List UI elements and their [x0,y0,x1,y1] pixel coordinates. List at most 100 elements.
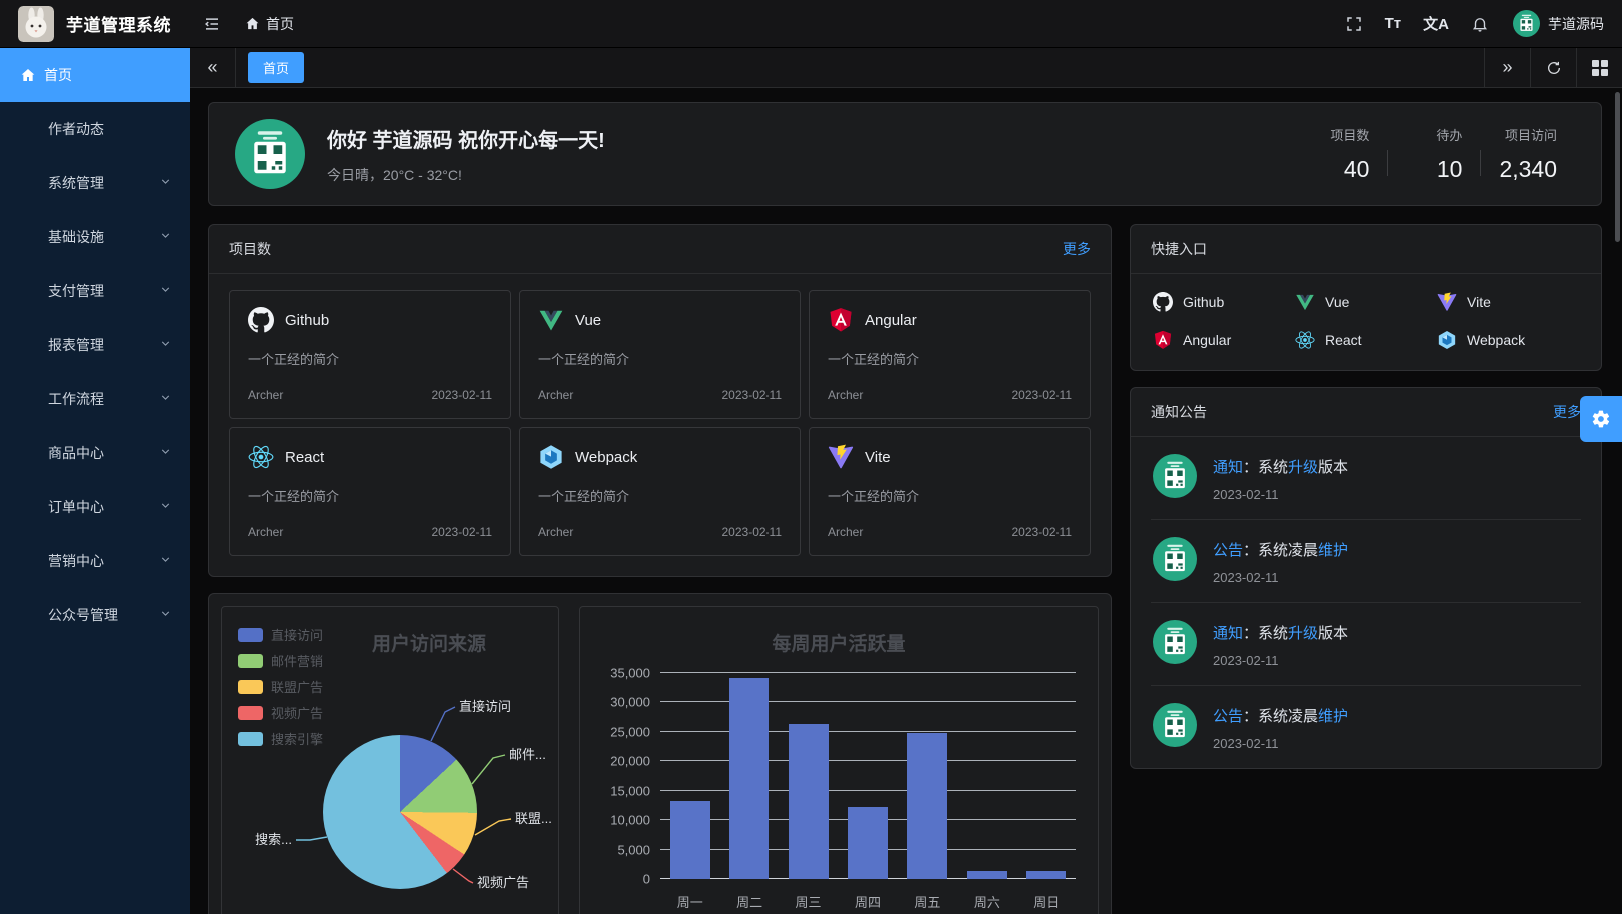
projects-more-link[interactable]: 更多 [1063,239,1091,259]
settings-gear-icon[interactable] [1580,396,1622,442]
project-tile-header: Github [248,307,492,333]
notice-title-link[interactable]: 通知 [1213,459,1243,476]
vite-icon [1437,292,1457,312]
user-name: 芋道源码 [1548,14,1604,34]
sidebar-item-label: 系统管理 [48,173,104,193]
sidebar-item-11[interactable]: 公众号管理 [0,588,190,642]
notice-item-3[interactable]: 通知：系统升级版本2023-02-11 [1151,602,1581,685]
sidebar-item-label: 首页 [44,65,72,85]
bar-周六[interactable] [967,871,1007,879]
pie-chart-visit-source: 直接访问邮件营销联盟广告视频广告搜索引擎 用户访问来源 直接访问邮件...联盟.… [221,606,559,914]
menu-fold-icon[interactable] [197,9,227,39]
shortcut-vue[interactable]: Vue [1295,292,1437,312]
project-tile-github[interactable]: Github一个正经的简介Archer2023-02-11 [229,290,511,419]
scrollbar-thumb[interactable] [1615,92,1620,242]
project-tile-webpack[interactable]: Webpack一个正经的简介Archer2023-02-11 [519,427,801,556]
app-title: 芋道管理系统 [66,11,171,36]
project-tile-header: Vite [828,444,1072,470]
notification-bell-icon[interactable] [1465,9,1495,39]
sidebar-item-5[interactable]: 支付管理 [0,264,190,318]
project-name: React [285,449,324,466]
locale-icon[interactable]: 文A [1417,7,1455,40]
charts-card: 直接访问邮件营销联盟广告视频广告搜索引擎 用户访问来源 直接访问邮件...联盟.… [208,593,1112,914]
sidebar-item-4[interactable]: 基础设施 [0,210,190,264]
sidebar-item-8[interactable]: 商品中心 [0,426,190,480]
notice-body: 公告：系统凌晨维护2023-02-11 [1213,537,1348,585]
project-tile-vite[interactable]: Vite一个正经的简介Archer2023-02-11 [809,427,1091,556]
shortcut-github[interactable]: Github [1153,292,1295,312]
bar-周一[interactable] [670,801,710,879]
project-name: Github [285,312,329,329]
breadcrumb[interactable]: 首页 [245,14,294,34]
shortcut-react[interactable]: React [1295,330,1437,350]
notice-title-link[interactable]: 通知 [1213,625,1243,642]
sidebar-item-7[interactable]: 工作流程 [0,372,190,426]
sidebar-item-9[interactable]: 订单中心 [0,480,190,534]
bar-周三[interactable] [789,724,829,879]
user-qr-avatar [1513,10,1540,37]
refresh-icon[interactable] [1530,48,1576,87]
notice-title-link[interactable]: 升级 [1288,459,1318,476]
notice-item-2[interactable]: 公告：系统凌晨维护2023-02-11 [1151,519,1581,602]
sidebar-item-label: 工作流程 [48,389,104,409]
app-logo [18,6,54,42]
project-author: Archer [828,525,863,539]
layout-grid-icon[interactable] [1576,48,1622,87]
project-tile-angular[interactable]: Angular一个正经的简介Archer2023-02-11 [809,290,1091,419]
tab-首页[interactable]: 首页 [248,52,304,83]
pie-callout-label: 邮件... [509,747,546,762]
sidebar-nav: 首页作者动态系统管理基础设施支付管理报表管理工作流程商品中心订单中心营销中心公众… [0,48,190,914]
notice-title-link[interactable]: 维护 [1318,708,1348,725]
bar-y-tick-label: 25,000 [590,724,650,739]
chevron-down-icon [159,445,172,461]
notice-item-4[interactable]: 公告：系统凌晨维护2023-02-11 [1151,685,1581,768]
sidebar-item-2[interactable]: 作者动态 [0,102,190,156]
sidebar-item-6[interactable]: 报表管理 [0,318,190,372]
pie-leader-line [472,755,505,784]
welcome-weather: 今日晴，20°C - 32°C! [327,165,605,185]
project-tile-vue[interactable]: Vue一个正经的简介Archer2023-02-11 [519,290,801,419]
project-tile-react[interactable]: React一个正经的简介Archer2023-02-11 [229,427,511,556]
bar-周五[interactable] [907,733,947,879]
shortcut-angular[interactable]: Angular [1153,330,1295,350]
bar-周二[interactable] [729,678,769,879]
breadcrumb-label: 首页 [266,14,294,34]
sidebar-item-label: 报表管理 [48,335,104,355]
notice-title-link[interactable]: 维护 [1318,542,1348,559]
bar-y-tick-label: 10,000 [590,813,650,828]
notices-more-link[interactable]: 更多 [1553,402,1581,422]
bar-周四[interactable] [848,807,888,879]
notice-title-link[interactable]: 公告 [1213,542,1243,559]
notices-card: 通知公告 更多 通知：系统升级版本2023-02-11公告：系统凌晨维护2023… [1130,387,1602,769]
shortcut-webpack[interactable]: Webpack [1437,330,1579,350]
user-menu[interactable]: 芋道源码 [1513,10,1604,37]
shortcuts-card: 快捷入口 GithubVueViteAngularReactWebpack [1130,224,1602,371]
fullscreen-icon[interactable] [1339,9,1369,39]
shortcut-label: Github [1183,294,1224,310]
sidebar-item-3[interactable]: 系统管理 [0,156,190,210]
notice-date: 2023-02-11 [1213,653,1348,668]
react-icon [1295,330,1315,350]
notice-title: 公告：系统凌晨维护 [1213,705,1348,726]
notice-title-link[interactable]: 升级 [1288,625,1318,642]
project-name: Angular [865,312,917,329]
sidebar-item-10[interactable]: 营销中心 [0,534,190,588]
stat-value: 2,340 [1499,156,1557,183]
shortcuts-grid: Github VueVite Angular React Webpack [1131,274,1601,370]
shortcut-vite[interactable]: Vite [1437,292,1579,312]
shortcut-label: React [1325,332,1362,348]
project-tile-header: Webpack [538,444,782,470]
bar-周日[interactable] [1026,871,1066,879]
font-size-icon[interactable]: Tт [1379,9,1408,38]
notice-item-1[interactable]: 通知：系统升级版本2023-02-11 [1151,437,1581,519]
projects-card: 项目数 更多 Github一个正经的简介Archer2023-02-11Vue一… [208,224,1112,577]
project-name: Vite [865,449,891,466]
tabs-collapse-right-icon[interactable]: » [1484,48,1530,87]
tabs-collapse-left-icon[interactable]: « [190,48,236,87]
pie-leader-line [475,819,511,835]
sidebar-item-1[interactable]: 首页 [0,48,190,102]
chevron-down-icon [159,283,172,299]
notices-card-title: 通知公告 [1151,402,1207,422]
notice-title-link[interactable]: 公告 [1213,708,1243,725]
project-author: Archer [538,525,573,539]
